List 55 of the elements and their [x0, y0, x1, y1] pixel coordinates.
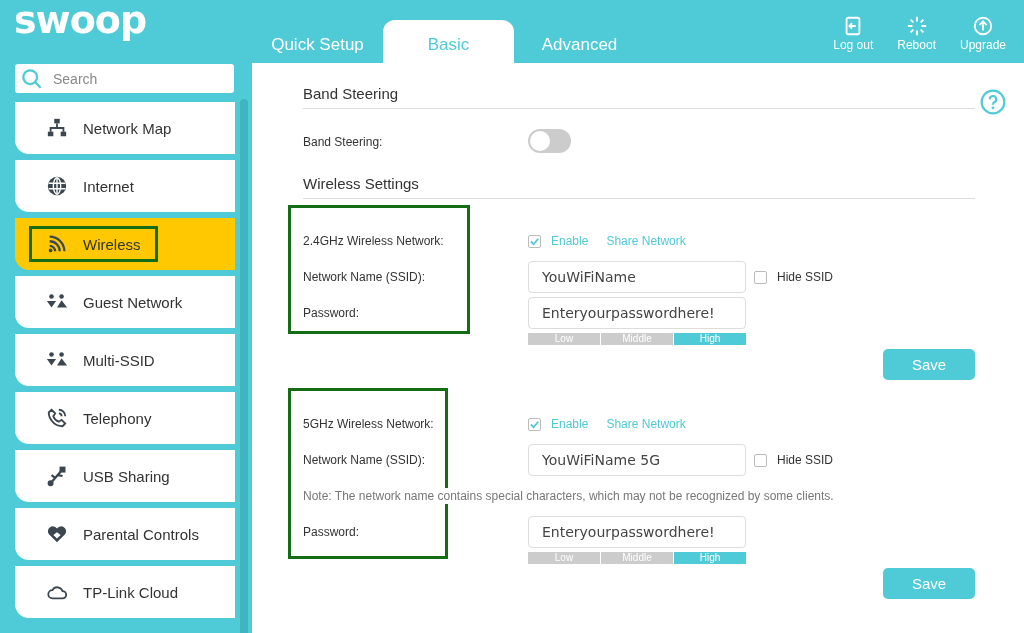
sidebar-item[interactable]: Parental Controls — [15, 508, 235, 560]
search-field[interactable]: Search — [51, 69, 215, 88]
sidebar-item[interactable]: TP-Link Cloud — [15, 566, 235, 618]
field-label: Band Steering: — [303, 135, 384, 149]
password-field[interactable]: Enteryourpasswordhere! — [528, 516, 746, 548]
sidebar-label: Parental Controls — [83, 525, 199, 543]
usb-icon — [46, 465, 68, 487]
sidebar-item[interactable]: Telephony — [15, 392, 235, 444]
sidebar-label: Guest Network — [83, 293, 183, 311]
field-label: Network Name (SSID): — [303, 270, 427, 284]
checkbox-label: Hide SSID — [777, 453, 834, 467]
checkbox-label: Enable — [551, 417, 589, 431]
sidebar-label: Wireless — [83, 235, 141, 253]
sidebar-item[interactable]: Multi-SSID — [15, 334, 235, 386]
field-label: Network Name (SSID): — [303, 453, 427, 467]
ssid-field[interactable]: YouWiFiName — [528, 261, 746, 293]
sidebar-label: Internet — [83, 177, 134, 195]
note-text: Note: The network name contains special characters, which may not be recognized by some clients. — [303, 488, 834, 504]
wifi-icon — [46, 233, 68, 255]
phone-icon — [46, 407, 68, 429]
checkbox-label: Enable — [551, 234, 589, 248]
ssid-field[interactable]: YouWiFiName 5G — [528, 444, 746, 476]
sidebar-label: Network Map — [83, 119, 172, 137]
sidebar-label: Telephony — [83, 409, 152, 427]
globe-icon — [46, 175, 68, 197]
sidebar-item[interactable]: Internet — [15, 160, 235, 212]
sidebar-item[interactable]: USB Sharing — [15, 450, 235, 502]
sidebar-item[interactable]: Guest Network — [15, 276, 235, 328]
section-title: Band Steering — [303, 85, 975, 109]
strength-segment: High — [674, 333, 746, 345]
sidebar-item[interactable]: Wireless — [15, 218, 235, 270]
field-label: 2.4GHz Wireless Network: — [303, 234, 445, 248]
field-label: Password: — [303, 306, 361, 320]
field-label: Password: — [303, 525, 361, 539]
spinner-icon — [905, 15, 928, 37]
sidebar-label: TP-Link Cloud — [83, 583, 179, 601]
password-field[interactable]: Enteryourpasswordhere! — [528, 297, 746, 329]
toggle-switch[interactable] — [528, 128, 571, 153]
sidebar-label: USB Sharing — [83, 467, 170, 485]
checkbox[interactable] — [754, 270, 767, 284]
heart-icon — [46, 523, 68, 545]
field-label: 5GHz Wireless Network: — [303, 417, 435, 431]
checkbox[interactable] — [528, 234, 541, 248]
sidebar-item[interactable]: Network Map — [15, 102, 235, 154]
search-box[interactable]: Search — [15, 64, 234, 93]
checkbox-label: Hide SSID — [777, 270, 834, 284]
network-map-icon — [46, 117, 68, 139]
search-icon — [21, 67, 43, 90]
section-title: Wireless Settings — [303, 175, 975, 199]
sidebar-label: Multi-SSID — [83, 351, 155, 369]
checkbox[interactable] — [754, 453, 767, 467]
checkbox[interactable] — [528, 417, 541, 431]
help-icon[interactable] — [980, 89, 1006, 115]
strength-segment: High — [674, 552, 746, 564]
logo: swoop — [14, 0, 147, 42]
